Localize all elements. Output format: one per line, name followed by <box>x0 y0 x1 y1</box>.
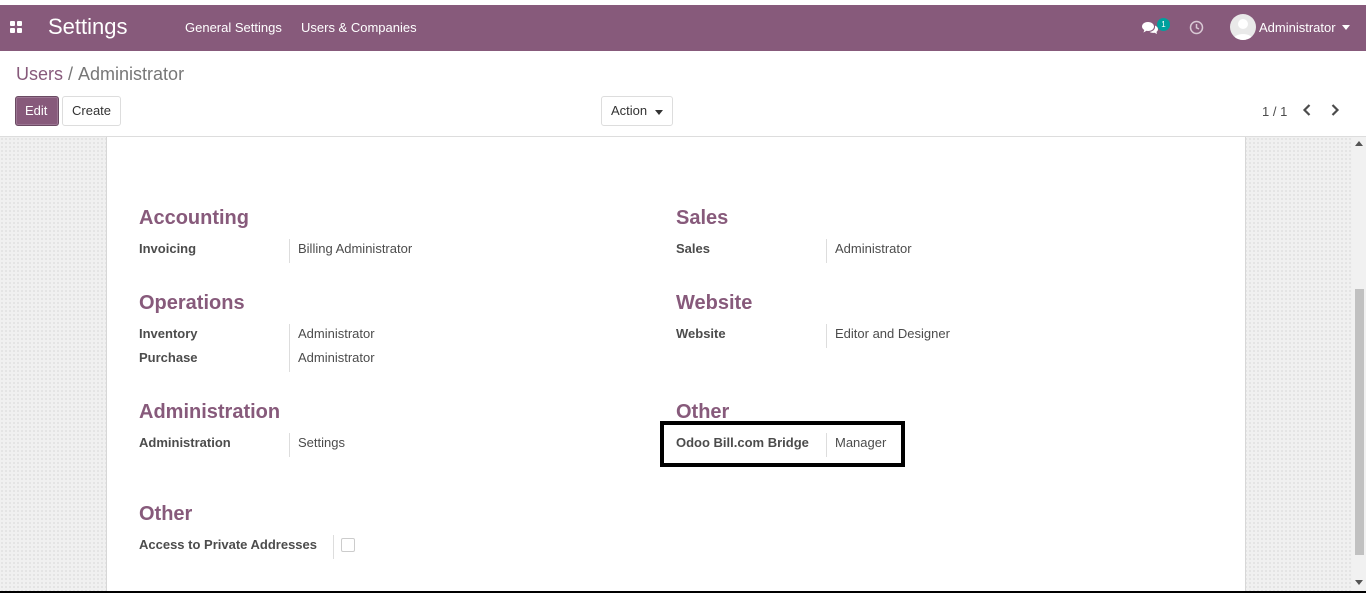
private-addresses-checkbox[interactable] <box>341 538 355 552</box>
pager-next-icon[interactable] <box>1328 103 1342 117</box>
field-label-purchase: Purchase <box>139 350 198 365</box>
user-menu-name[interactable]: Administrator <box>1259 20 1336 35</box>
field-value-administration[interactable]: Settings <box>298 435 345 450</box>
field-label-website: Website <box>676 326 726 341</box>
scroll-down-arrow-icon[interactable] <box>1355 580 1363 585</box>
group-title-administration: Administration <box>139 401 281 423</box>
field-value-website[interactable]: Editor and Designer <box>835 326 950 341</box>
field-label-sales: Sales <box>676 241 710 256</box>
pager-value[interactable]: 1 / 1 <box>1262 104 1287 119</box>
group-title-other-technical: Other <box>139 503 193 525</box>
field-label-inventory: Inventory <box>139 326 198 341</box>
field-label-private-addresses: Access to Private Addresses <box>139 537 318 552</box>
form-background <box>0 137 1352 593</box>
pager-previous-icon[interactable] <box>1300 103 1314 117</box>
main-navbar: Settings General Settings Users & Compan… <box>0 5 1366 51</box>
field-separator <box>289 433 290 457</box>
user-menu-caret-icon[interactable] <box>1342 25 1350 30</box>
vertical-scrollbar[interactable] <box>1352 137 1366 593</box>
field-value-invoicing[interactable]: Billing Administrator <box>298 241 412 256</box>
field-label-administration: Administration <box>139 435 231 450</box>
messages-badge: 1 <box>1157 18 1170 31</box>
breadcrumb: Users / Administrator <box>16 64 184 85</box>
field-value-purchase[interactable]: Administrator <box>298 350 375 365</box>
control-panel: Users / Administrator Edit Create Action 1… <box>0 51 1366 137</box>
group-title-sales: Sales <box>676 207 729 229</box>
field-separator <box>826 239 827 263</box>
field-value-inventory[interactable]: Administrator <box>298 326 375 341</box>
breadcrumb-separator: / <box>68 64 74 84</box>
action-caret-icon <box>655 110 663 115</box>
action-dropdown-button[interactable]: Action <box>601 96 673 126</box>
field-label-invoicing: Invoicing <box>139 241 197 256</box>
group-title-website: Website <box>676 292 753 314</box>
breadcrumb-users-link[interactable]: Users <box>16 64 63 84</box>
group-title-operations: Operations <box>139 292 245 314</box>
app-title[interactable]: Settings <box>48 14 128 40</box>
scroll-up-arrow-icon[interactable] <box>1355 141 1363 146</box>
activity-clock-icon[interactable] <box>1189 20 1204 35</box>
scrollbar-thumb[interactable] <box>1355 289 1364 555</box>
user-silhouette-icon <box>1233 19 1253 40</box>
apps-menu-icon[interactable] <box>10 21 22 33</box>
group-title-accounting: Accounting <box>139 207 249 229</box>
field-separator <box>289 239 290 263</box>
highlight-annotation-box <box>660 421 905 467</box>
user-avatar[interactable] <box>1230 14 1256 40</box>
menu-users-companies[interactable]: Users & Companies <box>301 20 417 35</box>
action-label: Action <box>611 103 648 118</box>
create-button[interactable]: Create <box>62 96 121 126</box>
field-separator <box>826 324 827 348</box>
messages-icon[interactable] <box>1142 21 1158 35</box>
menu-general-settings[interactable]: General Settings <box>185 20 282 35</box>
form-sheet <box>106 137 1246 593</box>
field-separator <box>289 324 290 348</box>
field-value-sales[interactable]: Administrator <box>835 241 912 256</box>
field-separator <box>289 348 290 372</box>
edit-button[interactable]: Edit <box>15 96 59 126</box>
field-separator <box>333 535 334 559</box>
breadcrumb-current: Administrator <box>78 64 185 84</box>
